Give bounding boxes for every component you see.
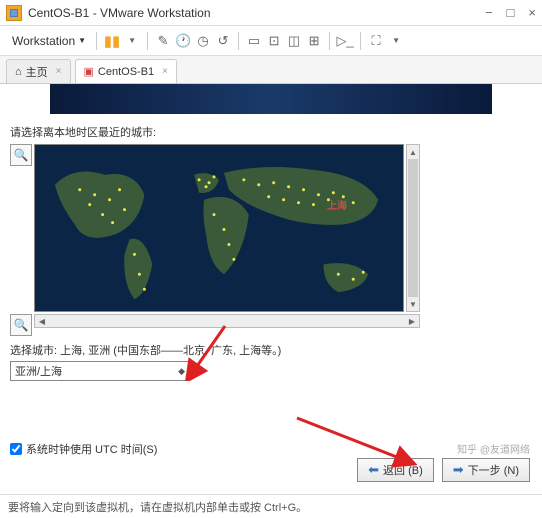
tool-dropdown-2[interactable]: ▼ (387, 32, 405, 50)
tab-home[interactable]: ⌂ 主页 × (6, 59, 71, 83)
clock-icon[interactable]: 🕐 (174, 32, 192, 50)
timezone-prompt: 请选择离本地时区最近的城市: (10, 124, 532, 140)
scroll-down-icon[interactable]: ▼ (407, 297, 419, 311)
workstation-menu[interactable]: Workstation▼ (8, 32, 90, 50)
view4-icon[interactable]: ⊞ (305, 32, 323, 50)
vm-icon: ▣ (84, 65, 94, 78)
view3-icon[interactable]: ◫ (285, 32, 303, 50)
tab-close-icon[interactable]: × (56, 66, 62, 77)
world-map[interactable]: 上海 (34, 144, 404, 312)
chevron-updown-icon: ◆ (178, 366, 185, 377)
arrow-right-icon: ➡ (453, 462, 464, 478)
pause-icon[interactable]: ▮▮ (103, 32, 121, 50)
window-title: CentOS-B1 - VMware Workstation (28, 6, 485, 20)
view2-icon[interactable]: ⊡ (265, 32, 283, 50)
maximize-button[interactable]: □ (507, 5, 515, 20)
tab-close-icon[interactable]: × (162, 66, 168, 77)
status-bar: 要将输入定向到该虚拟机，请在虚拟机内部单击或按 Ctrl+G。 (0, 494, 542, 518)
status-hint: 要将输入定向到该虚拟机，请在虚拟机内部单击或按 Ctrl+G。 (8, 499, 307, 515)
vmware-icon (6, 5, 22, 21)
tool-dropdown[interactable]: ▼ (123, 32, 141, 50)
view1-icon[interactable]: ▭ (245, 32, 263, 50)
zoom-in-button[interactable]: 🔍 (10, 144, 32, 166)
send-icon[interactable]: ✎ (154, 32, 172, 50)
scroll-right-icon[interactable]: ▶ (405, 315, 419, 327)
close-button[interactable]: × (528, 5, 536, 20)
world-map-svg (35, 145, 403, 312)
revert-icon[interactable]: ↺ (214, 32, 232, 50)
toolbar: Workstation▼ ▮▮ ▼ ✎ 🕐 ◷ ↺ ▭ ⊡ ◫ ⊞ ▷_ ⛶ ▼ (0, 26, 542, 56)
city-marker: 上海 (327, 197, 347, 212)
scroll-up-icon[interactable]: ▲ (407, 145, 419, 159)
scroll-left-icon[interactable]: ◀ (35, 315, 49, 327)
vm-content: 请选择离本地时区最近的城市: 🔍 (0, 84, 542, 494)
tab-bar: ⌂ 主页 × ▣ CentOS-B1 × (0, 56, 542, 84)
console-icon[interactable]: ▷_ (336, 32, 354, 50)
back-button[interactable]: ⬅ 返回 (B) (357, 458, 434, 482)
zoom-out-button[interactable]: 🔍 (10, 314, 32, 336)
arrow-left-icon: ⬅ (368, 462, 379, 478)
tab-vm[interactable]: ▣ CentOS-B1 × (75, 59, 178, 83)
minimize-button[interactable]: − (485, 5, 493, 20)
utc-label: 系统时钟使用 UTC 时间(S) (26, 441, 157, 457)
map-scrollbar-vertical[interactable]: ▲ ▼ (406, 144, 420, 312)
home-icon: ⌂ (15, 66, 22, 78)
city-description: 选择城市: 上海, 亚洲 (中国东部——北京, 广东, 上海等。) (10, 342, 532, 358)
fullscreen-icon[interactable]: ⛶ (367, 32, 385, 50)
watermark: 知乎 @友道网络 (457, 441, 530, 456)
installer-banner (50, 84, 492, 114)
snapshot-icon[interactable]: ◷ (194, 32, 212, 50)
utc-checkbox[interactable] (10, 443, 22, 455)
next-button[interactable]: ➡ 下一步 (N) (442, 458, 530, 482)
utc-checkbox-row: 系统时钟使用 UTC 时间(S) (10, 441, 532, 457)
title-bar: CentOS-B1 - VMware Workstation − □ × (0, 0, 542, 26)
map-scrollbar-horizontal[interactable]: ◀ ▶ (34, 314, 420, 328)
timezone-select[interactable]: 亚洲/上海 ◆ (10, 361, 190, 381)
